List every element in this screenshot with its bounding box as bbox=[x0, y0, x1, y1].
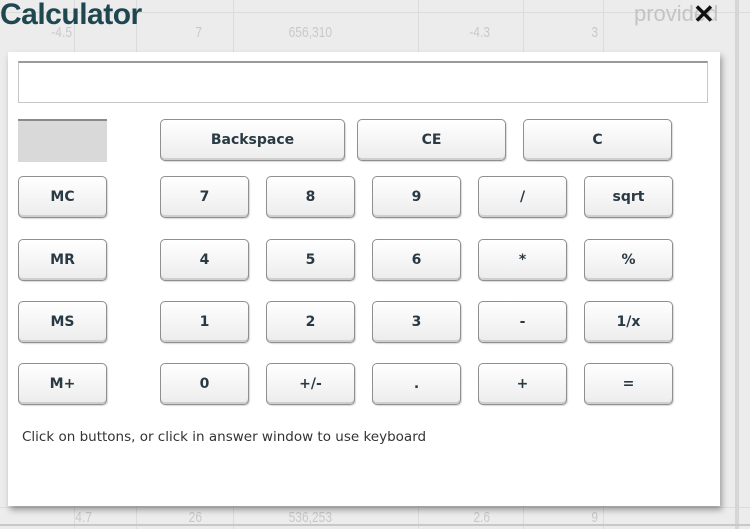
clear-button[interactable]: C bbox=[523, 119, 672, 161]
key-add[interactable]: + bbox=[478, 363, 567, 405]
backspace-button[interactable]: Backspace bbox=[160, 119, 345, 161]
calculator-panel: Backspace CE C MC MR MS M+ 7 8 9 / sqrt … bbox=[8, 52, 720, 506]
key-reciprocal[interactable]: 1/x bbox=[584, 301, 673, 343]
key-4[interactable]: 4 bbox=[160, 239, 249, 281]
memory-indicator bbox=[18, 119, 107, 162]
table-divider bbox=[0, 507, 750, 508]
bg-cell: 7 bbox=[195, 24, 202, 41]
memory-recall-button[interactable]: MR bbox=[18, 239, 107, 281]
scrollbar-track[interactable] bbox=[735, 0, 739, 529]
bg-cell: 656,310 bbox=[288, 24, 332, 41]
key-decimal[interactable]: . bbox=[372, 363, 461, 405]
key-3[interactable]: 3 bbox=[372, 301, 461, 343]
memory-clear-button[interactable]: MC bbox=[18, 176, 107, 218]
key-9[interactable]: 9 bbox=[372, 176, 461, 218]
memory-add-button[interactable]: M+ bbox=[18, 363, 107, 405]
key-7[interactable]: 7 bbox=[160, 176, 249, 218]
key-equals[interactable]: = bbox=[584, 363, 673, 405]
key-0[interactable]: 0 bbox=[160, 363, 249, 405]
ce-button[interactable]: CE bbox=[357, 119, 506, 161]
key-5[interactable]: 5 bbox=[266, 239, 355, 281]
usage-hint: Click on buttons, or click in answer win… bbox=[22, 429, 427, 445]
key-percent[interactable]: % bbox=[584, 239, 673, 281]
key-8[interactable]: 8 bbox=[266, 176, 355, 218]
answer-display[interactable] bbox=[18, 61, 708, 103]
memory-store-button[interactable]: MS bbox=[18, 301, 107, 343]
bg-cell: -4.3 bbox=[469, 24, 490, 41]
table-border bbox=[0, 524, 750, 526]
key-divide[interactable]: / bbox=[478, 176, 567, 218]
key-subtract[interactable]: - bbox=[478, 301, 567, 343]
key-6[interactable]: 6 bbox=[372, 239, 461, 281]
key-sqrt[interactable]: sqrt bbox=[584, 176, 673, 218]
key-1[interactable]: 1 bbox=[160, 301, 249, 343]
key-multiply[interactable]: * bbox=[478, 239, 567, 281]
dialog-title: Calculator bbox=[0, 0, 142, 31]
key-plus-minus[interactable]: +/- bbox=[266, 363, 355, 405]
key-2[interactable]: 2 bbox=[266, 301, 355, 343]
close-icon[interactable]: ✕ bbox=[693, 0, 715, 28]
bg-cell: 3 bbox=[591, 24, 598, 41]
